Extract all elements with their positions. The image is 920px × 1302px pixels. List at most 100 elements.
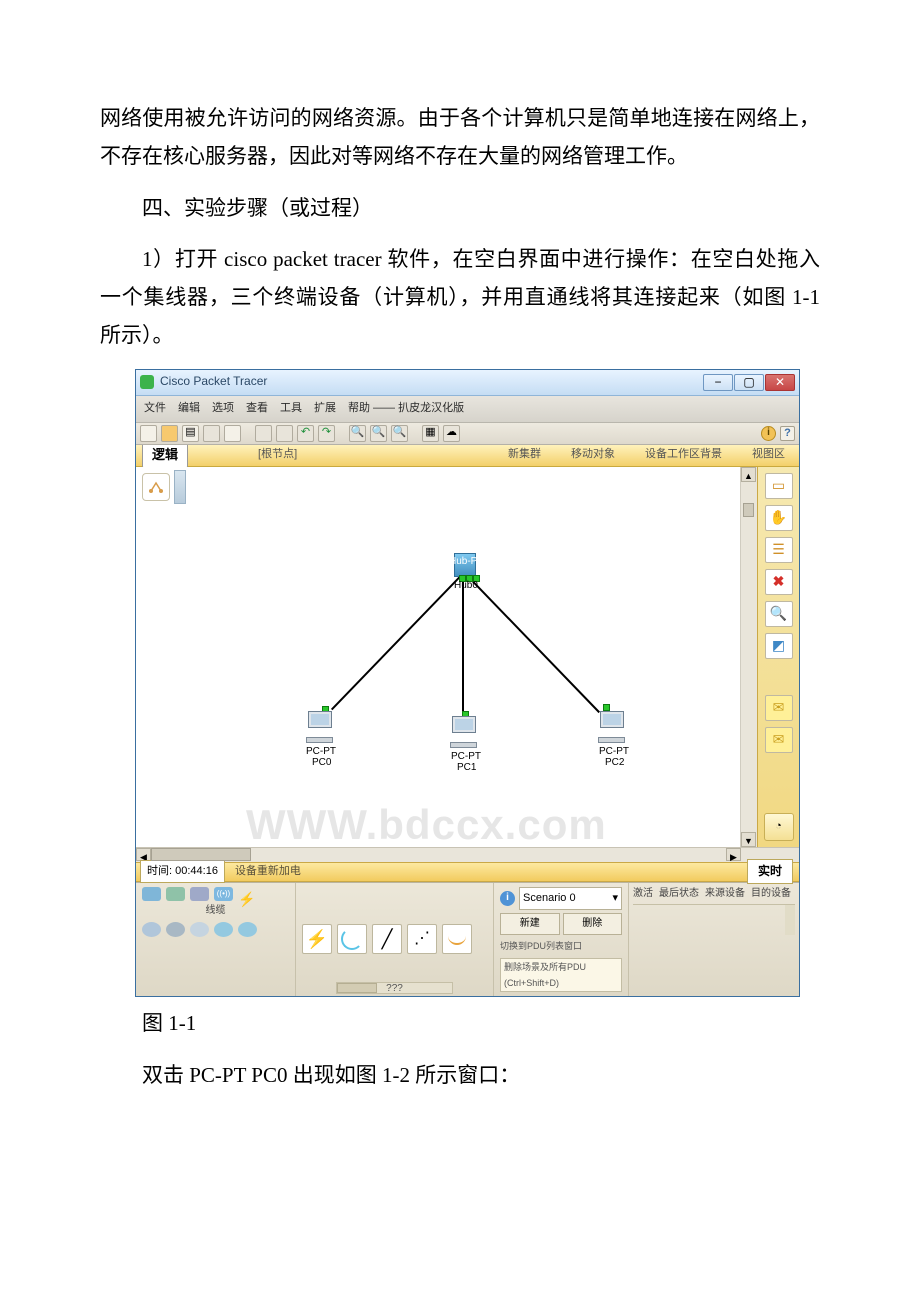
zoom-in-icon[interactable]: 🔍 (349, 425, 366, 442)
drawing-palette-icon[interactable]: ▦ (422, 425, 439, 442)
add-simple-pdu-icon[interactable]: ✉ (765, 695, 793, 721)
icon-toolbar: ▤ ↶ ↷ 🔍 🔍 🔍 ▦ ☁ i ? (136, 423, 799, 445)
add-complex-pdu-icon[interactable]: ✉ (765, 727, 793, 753)
move-layout-tool-icon[interactable]: ✋ (765, 505, 793, 531)
bottom-panel: ((•)) ⚡ 线缆 ⚡ ╱ ⋰ ??? i (136, 882, 799, 996)
scroll-thumb[interactable] (743, 503, 754, 517)
scroll-down-icon[interactable]: ▼ (741, 832, 756, 847)
close-button[interactable]: ✕ (765, 374, 795, 391)
sim-time-display: 时间: 00:44:16 (140, 860, 225, 884)
realtime-tab[interactable]: 实时 (747, 859, 793, 885)
select-tool-icon[interactable]: ▭ (765, 473, 793, 499)
canvas-zoom-slider[interactable] (174, 470, 186, 504)
menu-tools[interactable]: 工具 (280, 399, 302, 419)
custom-category-icon[interactable] (214, 922, 233, 937)
scroll-right-icon[interactable]: ▶ (726, 848, 741, 861)
scenario-info-icon[interactable]: i (500, 891, 515, 906)
menu-help[interactable]: 帮助 —— 扒皮龙汉化版 (348, 399, 464, 419)
zoom-reset-icon[interactable]: 🔍 (370, 425, 387, 442)
packet-tracer-window: Cisco Packet Tracer − ▢ ✕ 文件 编辑 选项 查看 工具… (135, 369, 800, 997)
wizard-icon[interactable] (224, 425, 241, 442)
help-question-icon[interactable]: ? (780, 426, 795, 441)
wireless-category-icon[interactable]: ((•)) (214, 887, 233, 901)
hub-label-name: Hub0 (454, 577, 478, 595)
navigation-map-icon[interactable] (142, 473, 170, 501)
canvas-vertical-scrollbar[interactable]: ▲ ▼ (741, 467, 757, 847)
menu-view[interactable]: 查看 (246, 399, 268, 419)
place-note-tool-icon[interactable]: ☰ (765, 537, 793, 563)
multiuser-category-icon[interactable] (238, 922, 257, 937)
menu-file[interactable]: 文件 (144, 399, 166, 419)
root-node-label[interactable]: [根节点] (258, 445, 297, 465)
undo-icon[interactable]: ↶ (297, 425, 314, 442)
col-source: 来源设备 (705, 885, 745, 903)
col-dest: 目的设备 (751, 885, 791, 903)
switches-category-icon[interactable] (166, 887, 185, 901)
col-fire: 激活 (633, 885, 653, 903)
scenario-new-button[interactable]: 新建 (500, 913, 560, 935)
minimize-button[interactable]: − (703, 374, 733, 391)
section-heading-4: 四、实验步骤（或过程） (100, 190, 820, 228)
hub-label-type: Hub-PT (449, 553, 483, 571)
scenario-panel: i Scenario 0 ▾ 新建 删除 切换到PDU列表窗口 删除场景及所有P… (494, 883, 629, 996)
scroll-up-icon[interactable]: ▲ (741, 467, 756, 482)
watermark-text: WWW.bdccx.com (246, 787, 607, 847)
wan-category-icon[interactable] (190, 922, 209, 937)
dropdown-arrow-icon: ▾ (612, 889, 618, 909)
security-category-icon[interactable] (166, 922, 185, 937)
connections-category-icon[interactable]: ⚡ (238, 887, 257, 901)
simulation-clock-icon[interactable]: ◔ (764, 813, 794, 841)
console-cable-icon[interactable] (337, 924, 367, 954)
device-pc0[interactable] (304, 711, 336, 743)
copy-icon[interactable] (255, 425, 272, 442)
move-object-button[interactable]: 移动对象 (565, 445, 621, 465)
pc1-label-name: PC1 (457, 759, 476, 777)
paste-icon[interactable] (276, 425, 293, 442)
event-table-scroll[interactable] (633, 905, 795, 935)
power-cycle-button[interactable]: 设备重新加电 (235, 862, 301, 882)
right-tool-palette: ▭ ✋ ☰ ✖ 🔍 ◩ ✉ ✉ ◔ (757, 467, 799, 847)
scenario-name: Scenario 0 (523, 889, 576, 909)
crossover-cable-icon[interactable]: ⋰ (407, 924, 437, 954)
logical-tab[interactable]: 逻辑 (142, 441, 188, 468)
hscroll-thumb[interactable] (151, 848, 251, 861)
menu-edit[interactable]: 编辑 (178, 399, 200, 419)
hubs-category-icon[interactable] (190, 887, 209, 901)
delete-tool-icon[interactable]: ✖ (765, 569, 793, 595)
new-cluster-button[interactable]: 新集群 (502, 445, 547, 465)
end-devices-category-icon[interactable] (142, 922, 161, 937)
new-file-icon[interactable] (140, 425, 157, 442)
topology-canvas[interactable]: WWW.bdccx.com Hub-PT Hub0 PC-PT PC0 PC-P… (136, 467, 741, 847)
info-i-icon[interactable]: i (761, 426, 776, 441)
open-file-icon[interactable] (161, 425, 178, 442)
step-1-text: 1）打开 cisco packet tracer 软件，在空白界面中进行操作：在… (100, 241, 820, 354)
menu-bar: 文件 编辑 选项 查看 工具 扩展 帮助 —— 扒皮龙汉化版 (136, 396, 799, 423)
straight-cable-icon[interactable]: ╱ (372, 924, 402, 954)
auto-cable-icon[interactable]: ⚡ (302, 924, 332, 954)
workspace-row: WWW.bdccx.com Hub-PT Hub0 PC-PT PC0 PC-P… (136, 467, 799, 847)
routers-category-icon[interactable] (142, 887, 161, 901)
fiber-cable-icon[interactable] (442, 924, 472, 954)
device-label-unknown: ??? (386, 980, 403, 998)
inspect-tool-icon[interactable]: 🔍 (765, 601, 793, 627)
cable-hub-pc0 (331, 573, 463, 710)
save-icon[interactable]: ▤ (182, 425, 199, 442)
time-bar: 时间: 00:44:16 设备重新加电 实时 (136, 862, 799, 882)
toggle-pdu-list-button[interactable]: 切换到PDU列表窗口 (500, 938, 582, 954)
canvas-horizontal-scrollbar[interactable]: ◀ ▶ (136, 847, 799, 862)
step-2-text: 双击 PC-PT PC0 出现如图 1-2 所示窗口： (100, 1057, 820, 1095)
menu-ext[interactable]: 扩展 (314, 399, 336, 419)
viewport-button[interactable]: 视图区 (746, 445, 791, 465)
custom-devices-icon[interactable]: ☁ (443, 425, 460, 442)
resize-shape-tool-icon[interactable]: ◩ (765, 633, 793, 659)
scenario-delete-button[interactable]: 删除 (563, 913, 623, 935)
device-pc1[interactable] (448, 716, 480, 748)
print-icon[interactable] (203, 425, 220, 442)
workspace-bg-button[interactable]: 设备工作区背景 (639, 445, 728, 465)
scenario-select[interactable]: Scenario 0 ▾ (519, 887, 622, 911)
zoom-out-icon[interactable]: 🔍 (391, 425, 408, 442)
redo-icon[interactable]: ↷ (318, 425, 335, 442)
maximize-button[interactable]: ▢ (734, 374, 764, 391)
device-pc2[interactable] (596, 711, 628, 743)
menu-options[interactable]: 选项 (212, 399, 234, 419)
